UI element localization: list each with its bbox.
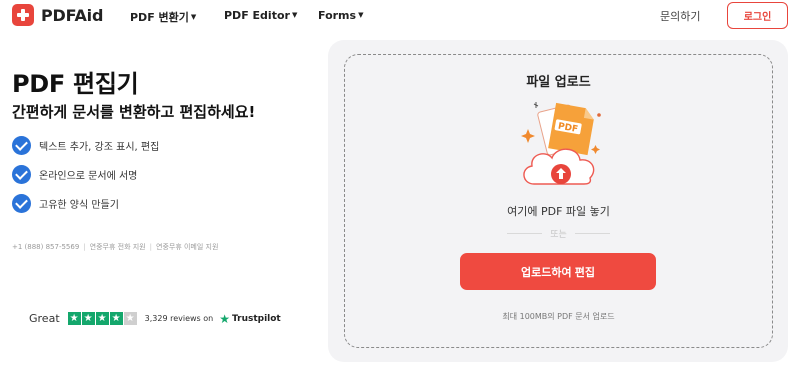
check-circle-icon bbox=[12, 164, 31, 184]
support-phone-label: 연중무휴 전화 지원 bbox=[89, 243, 146, 251]
nav-pdf-converter[interactable]: PDF 변환기 ▼ bbox=[130, 9, 196, 25]
chevron-down-icon: ▼ bbox=[190, 13, 197, 21]
review-count: 3,329 reviews on bbox=[144, 314, 214, 323]
feature-text: 고유한 양식 만들기 bbox=[39, 199, 119, 211]
feature-item: 고유한 양식 만들기 bbox=[12, 193, 159, 213]
page: PDFAid PDF 변환기 ▼ PDF Editor ▼ Forms ▼ 문의하기 … bbox=[0, 0, 800, 372]
or-divider: 또는 bbox=[507, 227, 610, 240]
divider: | bbox=[83, 243, 86, 251]
nav-label: Forms bbox=[318, 9, 357, 22]
upload-edit-button[interactable]: 업로드하여 편집 bbox=[460, 253, 656, 290]
support-info: +1 (888) 857-5569 | 연중무휴 전화 지원 | 연중무휴 이메일 지원 bbox=[12, 242, 218, 252]
check-circle-icon bbox=[12, 193, 31, 213]
check-circle-icon bbox=[12, 135, 31, 155]
star-rating: ★ ★ ★ ★ ★ bbox=[67, 312, 138, 325]
divider: | bbox=[149, 243, 152, 251]
trust-rating-label: Great bbox=[29, 312, 60, 325]
feature-list: 텍스트 추가, 강조 표시, 편집 온라인으로 문서에 서명 고유한 양식 만들… bbox=[12, 135, 159, 222]
feature-item: 텍스트 추가, 강조 표시, 편집 bbox=[12, 135, 159, 155]
upload-title: 파일 업로드 bbox=[526, 75, 591, 90]
or-label: 또는 bbox=[550, 230, 567, 240]
feature-text: 텍스트 추가, 강조 표시, 편집 bbox=[39, 141, 160, 153]
feature-item: 온라인으로 문서에 서명 bbox=[12, 164, 159, 184]
upload-size-limit: 최대 100MB의 PDF 문서 업로드 bbox=[502, 312, 615, 321]
star-icon: ★ bbox=[67, 312, 81, 325]
nav-label: PDF Editor bbox=[224, 9, 290, 22]
feature-text: 온라인으로 문서에 서명 bbox=[39, 170, 138, 182]
page-subtitle: 간편하게 문서를 변환하고 편집하세요! bbox=[12, 103, 256, 121]
pdf-upload-illustration: PDF bbox=[521, 102, 601, 185]
star-icon: ★ bbox=[81, 312, 95, 325]
chevron-down-icon: ▼ bbox=[291, 11, 298, 19]
support-phone[interactable]: +1 (888) 857-5569 bbox=[12, 243, 79, 251]
divider-line bbox=[574, 233, 610, 234]
star-empty-icon: ★ bbox=[123, 312, 137, 325]
brand-name: PDFAid bbox=[41, 5, 104, 25]
nav-pdf-editor[interactable]: PDF Editor ▼ bbox=[224, 9, 297, 22]
support-email-label: 연중무휴 이메일 지원 bbox=[156, 243, 219, 251]
nav-label: PDF 변환기 bbox=[130, 11, 189, 24]
brand-logo[interactable]: PDFAid bbox=[12, 4, 103, 26]
page-title: PDF 편집기 bbox=[12, 70, 139, 98]
trustpilot-name: Trustpilot bbox=[231, 313, 281, 324]
star-icon: ★ bbox=[95, 312, 109, 325]
chevron-down-icon: ▼ bbox=[358, 11, 364, 19]
trustpilot-star-icon: ★ bbox=[219, 311, 230, 326]
contact-link[interactable]: 문의하기 bbox=[660, 8, 700, 24]
top-nav: PDFAid PDF 변환기 ▼ PDF Editor ▼ Forms ▼ 문의하기 … bbox=[0, 0, 800, 34]
divider-line bbox=[507, 233, 543, 234]
star-icon: ★ bbox=[109, 312, 123, 325]
drop-instruction: 여기에 PDF 파일 놓기 bbox=[507, 205, 610, 218]
nav-forms[interactable]: Forms ▼ bbox=[318, 9, 363, 22]
plus-icon bbox=[12, 4, 34, 26]
trustpilot-widget[interactable]: Great ★ ★ ★ ★ ★ 3,329 reviews on ★ Trust… bbox=[29, 312, 281, 325]
login-button[interactable]: 로그인 bbox=[727, 2, 788, 29]
